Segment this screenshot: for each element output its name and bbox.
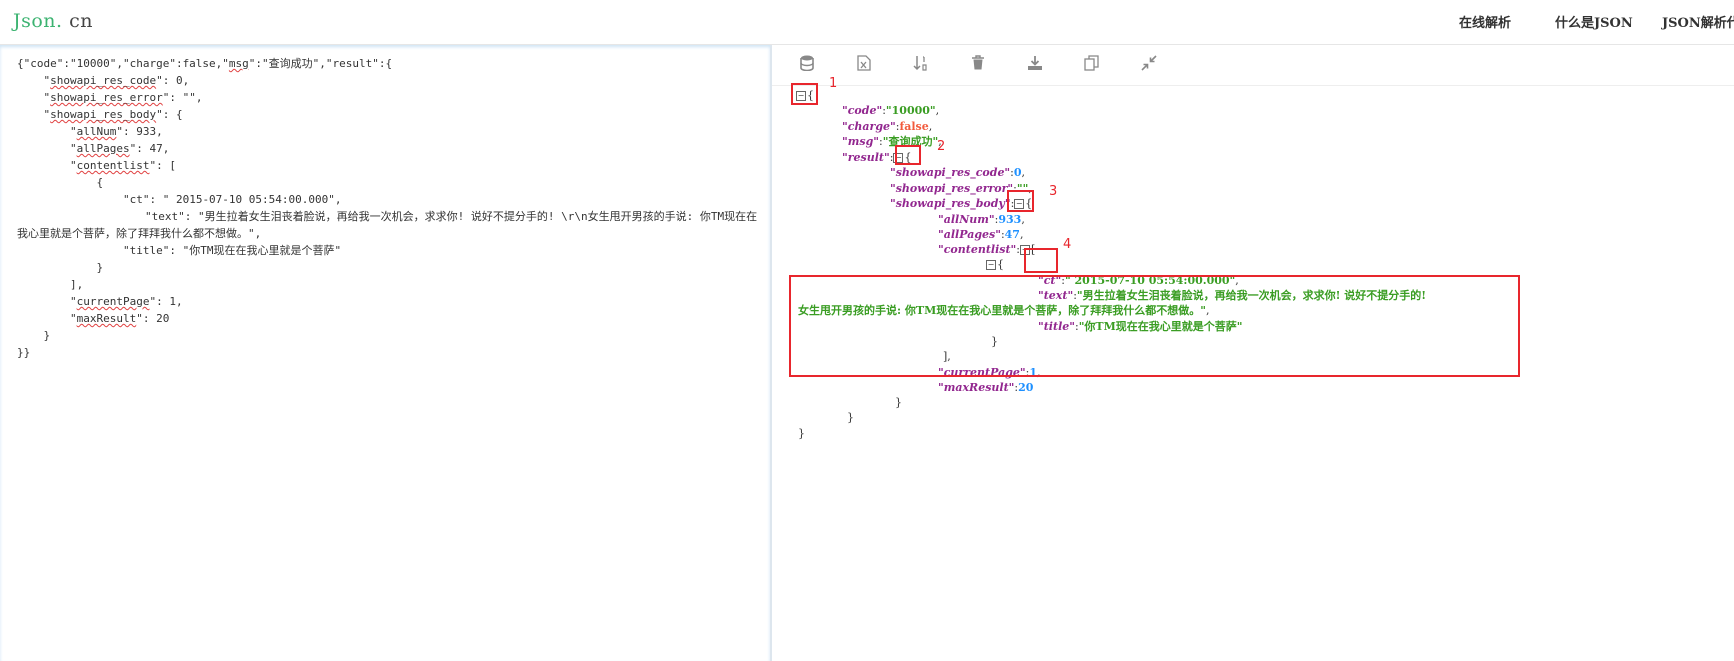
tree-row-allpages: "allPages":47, [938, 228, 1024, 241]
nav-online-parse[interactable]: 在线解析 [1459, 12, 1511, 31]
tree-row-body-close: } [895, 396, 902, 409]
tree-row-item-open: −{ [986, 258, 1004, 271]
raw-json-text: {"code":"10000","charge":false,"msg":"查询… [17, 57, 758, 359]
trash-icon[interactable] [968, 55, 988, 75]
tree-row-contentlist: "contentlist": −[ [938, 243, 1036, 256]
tree-row-msg: "msg":"查询成功", [842, 135, 942, 148]
top-navbar: Json. cn 在线解析 什么是JSON JSON解析代码 [0, 0, 1734, 45]
tree-row-allnum: "allNum":933, [938, 213, 1025, 226]
tree-row-charge: "charge":false, [842, 120, 933, 133]
raw-json-editor[interactable]: {"code":"10000","charge":false,"msg":"查询… [0, 45, 772, 661]
view-toolbar [772, 45, 1734, 86]
tree-row-maxresult: "maxResult":20 [938, 381, 1034, 394]
database-icon[interactable] [797, 55, 817, 75]
tree-row-res-code: "showapi_res_code":0, [890, 166, 1026, 179]
logo-main-text: Json. [13, 10, 63, 32]
nav-what-is-json[interactable]: 什么是JSON [1555, 12, 1633, 31]
tree-row-result-close: } [847, 411, 854, 424]
compress-icon[interactable] [1139, 55, 1159, 75]
logo-sub-text: cn [62, 10, 94, 32]
tree-row-root-close: } [798, 427, 805, 440]
tree-row-code: "code":"10000", [842, 104, 940, 117]
annotation-label-2: 2 [937, 139, 946, 154]
collapse-item-toggle[interactable]: − [986, 260, 996, 270]
annotation-label-1: 1 [829, 76, 838, 91]
sort-icon[interactable] [911, 55, 931, 75]
download-icon[interactable] [1025, 55, 1045, 75]
formatted-json-view: −{ "code":"10000", "charge":false, "msg"… [772, 45, 1734, 661]
copy-icon[interactable] [1082, 55, 1102, 75]
site-logo[interactable]: Json. cn [13, 10, 93, 32]
annotation-box-content-item [789, 275, 1520, 377]
nav-json-parse-code[interactable]: JSON解析代码 [1662, 12, 1734, 31]
annotation-box-4 [1024, 248, 1058, 273]
annotation-box-3 [1007, 190, 1034, 212]
excel-icon[interactable] [854, 55, 874, 75]
annotation-label-3: 3 [1049, 184, 1058, 199]
annotation-box-1 [791, 83, 818, 105]
annotation-label-4: 4 [1063, 237, 1072, 252]
annotation-box-2 [895, 145, 921, 165]
